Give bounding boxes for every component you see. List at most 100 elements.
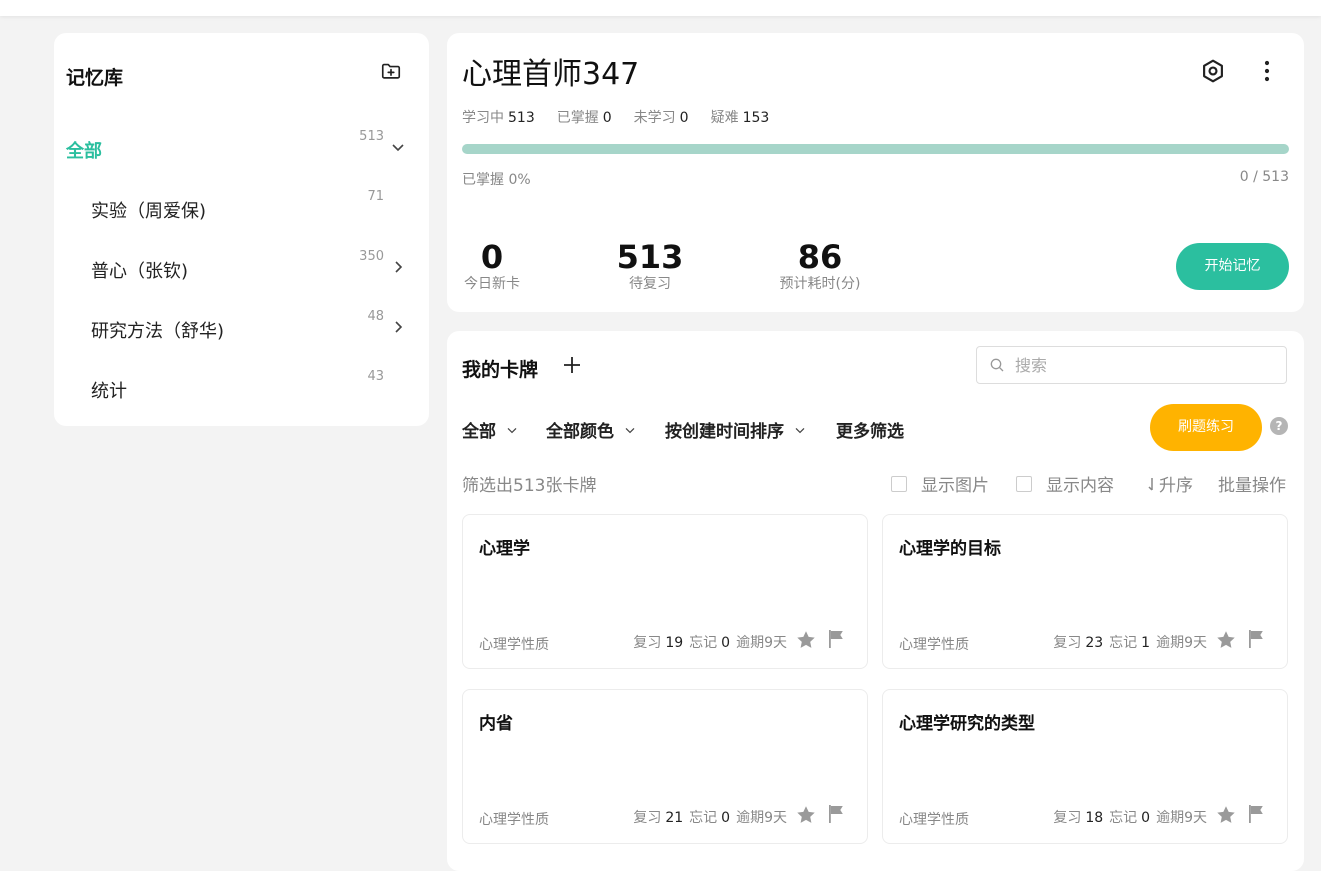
sidebar-item-statistics[interactable]: 统计 43 <box>54 369 429 409</box>
sidebar-item-count: 71 <box>367 189 384 204</box>
unlearned-label: 未学习 <box>633 110 676 126</box>
card-item[interactable]: 心理学的目标 心理学性质 复习 23 忘记 1 逾期9天 <box>882 514 1288 669</box>
metric-value: 513 <box>616 238 684 276</box>
show-content-checkbox[interactable]: 显示内容 <box>1016 471 1114 496</box>
card-tag: 心理学性质 <box>899 637 969 653</box>
practice-quiz-button[interactable]: 刷题练习 <box>1150 404 1262 451</box>
sidebar-item-label: 普心（张钦) <box>91 261 189 282</box>
forget-count: 0 <box>721 810 731 826</box>
sort-order-dropdown[interactable]: 按创建时间排序 <box>665 417 808 442</box>
sort-ascending-toggle[interactable]: 升序 <box>1145 471 1193 496</box>
card-item[interactable]: 心理学研究的类型 心理学性质 复习 18 忘记 0 逾期9天 <box>882 689 1288 844</box>
mastered-count: 0 <box>602 110 612 126</box>
batch-label: 批量操作 <box>1218 476 1286 496</box>
review-label: 复习 <box>1053 635 1082 651</box>
card-item[interactable]: 心理学 心理学性质 复习 19 忘记 0 逾期9天 <box>462 514 868 669</box>
mastery-count: 0 / 513 <box>1239 169 1289 185</box>
card-tag: 心理学性质 <box>479 812 549 828</box>
filter-label: 更多筛选 <box>836 422 904 442</box>
hard-count: 153 <box>742 110 770 126</box>
plus-icon <box>564 357 580 373</box>
show-images-checkbox[interactable]: 显示图片 <box>891 471 989 496</box>
star-icon[interactable] <box>1215 629 1237 651</box>
flag-icon[interactable] <box>1247 629 1265 649</box>
add-card-button[interactable] <box>560 353 584 377</box>
add-folder-button[interactable] <box>380 60 402 82</box>
folder-plus-icon <box>381 63 401 79</box>
sidebar-item-count: 350 <box>359 249 384 264</box>
sidebar-item-all[interactable]: 全部 513 <box>54 129 429 169</box>
star-icon[interactable] <box>1215 804 1237 826</box>
review-count: 18 <box>1085 810 1104 826</box>
checkbox-box[interactable] <box>1016 475 1032 492</box>
sidebar-item-count: 513 <box>359 129 384 144</box>
start-memorizing-button[interactable]: 开始记忆 <box>1176 243 1289 290</box>
metric-label: 待复习 <box>629 276 671 292</box>
card-tag: 心理学性质 <box>479 637 549 653</box>
card-meta: 复习 18 忘记 0 逾期9天 <box>1053 807 1207 827</box>
unlearned-count: 0 <box>679 110 689 126</box>
more-filters-button[interactable]: 更多筛选 <box>836 417 904 442</box>
help-icon[interactable]: ? <box>1270 417 1288 435</box>
chevron-down-icon[interactable] <box>388 137 408 157</box>
card-meta: 复习 21 忘记 0 逾期9天 <box>633 807 787 827</box>
filter-label: 全部 <box>462 422 496 442</box>
star-icon[interactable] <box>795 804 817 826</box>
sidebar-item-general-psychology[interactable]: 普心（张钦) 350 <box>54 249 429 289</box>
card-title: 心理学的目标 <box>899 539 1001 559</box>
search-input[interactable] <box>1013 354 1257 376</box>
flag-icon[interactable] <box>827 804 845 824</box>
sidebar-item-label: 实验（周爱保) <box>91 201 207 222</box>
flag-icon[interactable] <box>827 629 845 649</box>
review-count: 23 <box>1085 635 1104 651</box>
hard-label: 疑难 <box>710 110 739 126</box>
flag-icon[interactable] <box>1247 804 1265 824</box>
filter-all-dropdown[interactable]: 全部 <box>462 417 520 442</box>
sidebar-item-experiment[interactable]: 实验（周爱保) 71 <box>54 189 429 229</box>
review-count: 19 <box>665 635 684 651</box>
metric-value: 0 <box>480 238 504 276</box>
forget-count: 0 <box>721 635 731 651</box>
more-vertical-icon <box>1264 60 1270 82</box>
learning-label: 学习中 <box>462 110 504 126</box>
star-icon[interactable] <box>795 629 817 651</box>
search-icon <box>990 358 1004 372</box>
mastery-percent: 已掌握 0% <box>462 172 531 188</box>
deck-more-button[interactable] <box>1253 57 1281 85</box>
my-cards-panel: 我的卡牌 全部 全部颜色 按创建时间排序 更多筛选 刷题练习 ? 筛选出513张… <box>447 331 1304 871</box>
checkbox-label: 显示图片 <box>921 476 989 496</box>
forget-label: 忘记 <box>1109 810 1138 826</box>
sidebar-item-research-methods[interactable]: 研究方法（舒华) 48 <box>54 309 429 349</box>
sidebar-title: 记忆库 <box>66 67 124 89</box>
chevron-right-icon[interactable] <box>388 317 408 337</box>
batch-operation-button[interactable]: 批量操作 <box>1218 471 1286 496</box>
review-label: 复习 <box>633 810 662 826</box>
checkbox-box[interactable] <box>891 475 907 492</box>
due-status: 逾期9天 <box>736 635 787 651</box>
card-search-box[interactable] <box>976 346 1287 384</box>
chevron-right-icon[interactable] <box>388 257 408 277</box>
due-status: 逾期9天 <box>1156 810 1207 826</box>
forget-label: 忘记 <box>689 635 718 651</box>
sidebar-item-label: 统计 <box>91 381 127 402</box>
mastery-progress-bar <box>462 144 1289 154</box>
due-status: 逾期9天 <box>736 810 787 826</box>
library-sidebar: 记忆库 全部 513 实验（周爱保) 71 普心（张钦) 350 研究方法（舒华… <box>54 33 429 426</box>
forget-count: 0 <box>1141 810 1151 826</box>
sidebar-item-count: 48 <box>367 309 384 324</box>
review-label: 复习 <box>633 635 662 651</box>
deck-settings-button[interactable] <box>1199 57 1227 85</box>
filtered-count-text: 筛选出513张卡牌 <box>462 476 597 496</box>
card-item[interactable]: 内省 心理学性质 复习 21 忘记 0 逾期9天 <box>462 689 868 844</box>
sidebar-item-count: 43 <box>367 369 384 384</box>
due-status: 逾期9天 <box>1156 635 1207 651</box>
filter-color-dropdown[interactable]: 全部颜色 <box>546 417 638 442</box>
deck-title: 心理首师347 <box>462 57 640 92</box>
card-meta: 复习 19 忘记 0 逾期9天 <box>633 632 787 652</box>
review-label: 复习 <box>1053 810 1082 826</box>
metric-to-review: 513 待复习 <box>605 238 695 292</box>
sort-arrow-icon <box>1148 477 1153 491</box>
filter-label: 按创建时间排序 <box>665 422 784 442</box>
sidebar-item-label: 全部 <box>66 141 102 162</box>
card-title: 内省 <box>479 714 513 734</box>
